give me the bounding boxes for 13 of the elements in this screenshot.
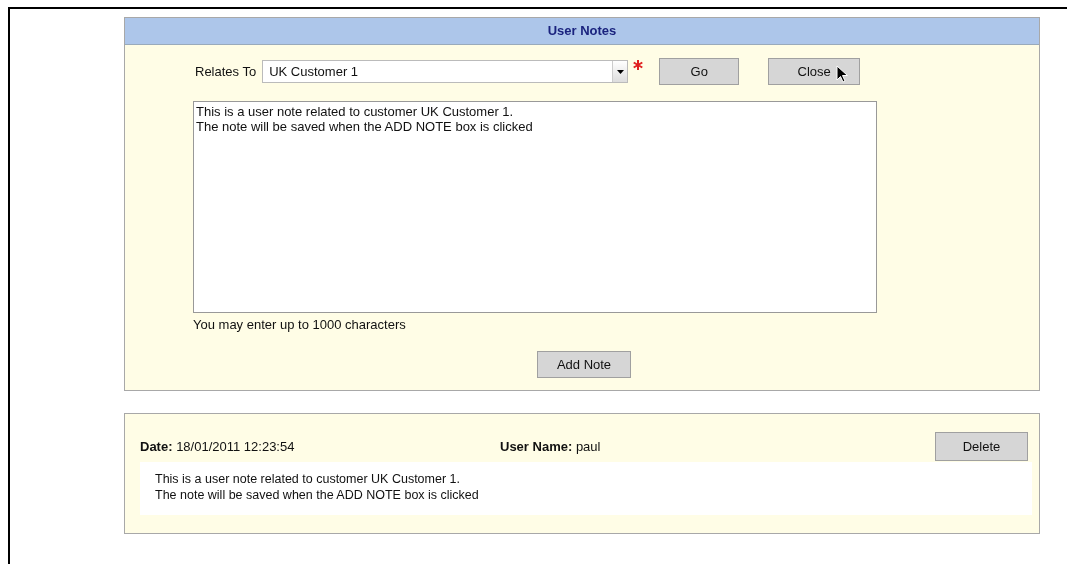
field-label: Relates To bbox=[195, 64, 257, 79]
relates-to-dropdown[interactable]: UK Customer 1 bbox=[262, 60, 629, 83]
note-user: User Name: paul bbox=[500, 438, 602, 454]
mouse-pointer-icon bbox=[836, 65, 849, 83]
go-button[interactable]: Go bbox=[659, 58, 740, 85]
add-note-button[interactable]: Add Note bbox=[537, 351, 631, 378]
close-button[interactable]: Close bbox=[768, 58, 861, 85]
note-text: This is a user note related to customer UK Customer 1. The note will be saved when the ADD NOTE box is clicked bbox=[140, 462, 1032, 515]
delete-button[interactable]: Delete bbox=[935, 431, 1028, 461]
panel-title: User Notes bbox=[125, 18, 1039, 45]
character-limit-hint: You may enter up to 1000 characters bbox=[193, 317, 407, 332]
note-date: Date: 18/01/2011 12:23:54 bbox=[140, 438, 296, 454]
note-textarea[interactable]: This is a user note related to customer UK Customer 1. The note will be saved when the ADD NOTE box is clicked bbox=[193, 101, 877, 313]
